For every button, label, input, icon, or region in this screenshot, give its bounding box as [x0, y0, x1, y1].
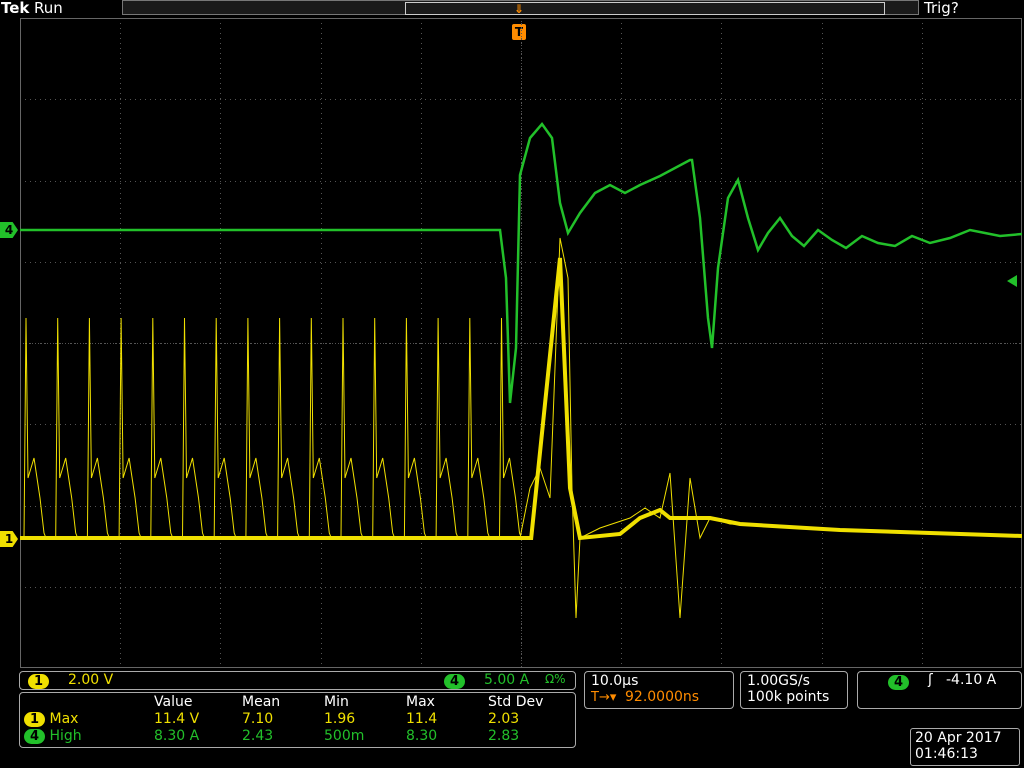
ch1-ground-marker[interactable]: 1: [0, 531, 18, 547]
col-header: Value: [154, 694, 193, 710]
datetime-panel: 20 Apr 2017 01:46:13: [910, 728, 1020, 766]
ch4-badge: 4: [444, 674, 466, 689]
record-view-window[interactable]: [405, 2, 885, 15]
ch4-coupling-icon: Ω%: [545, 672, 566, 686]
trigger-source-badge: 4: [888, 675, 910, 690]
sample-rate: 1.00GS/s: [747, 673, 810, 689]
ch4-scale: 5.00 A: [484, 672, 530, 688]
acquisition-panel[interactable]: 1.00GS/s 100k points: [740, 671, 848, 709]
ch4-ground-marker[interactable]: 4: [0, 222, 18, 238]
channel-readout-bar[interactable]: 1 2.00 V 4 5.00 A Ω%: [19, 671, 576, 690]
status-bar: Tek Run Trig?: [0, 0, 1024, 18]
measurement-name: Max: [49, 711, 79, 727]
run-state: Run: [34, 0, 63, 17]
measurement-max: 11.4: [406, 711, 438, 727]
measurement-mean: 7.10: [242, 711, 274, 727]
trigger-level: -4.10 A: [946, 672, 997, 688]
col-header: Max: [406, 694, 435, 710]
trigger-state: Trig?: [924, 0, 959, 17]
measurement-max: 8.30: [406, 728, 438, 744]
rising-edge-icon: ʃ: [928, 672, 933, 688]
trigger-position-icon: T→▾: [591, 690, 617, 705]
measurement-row-ch1[interactable]: 1 Max 11.4 V 7.10 1.96 11.4 2.03: [24, 711, 568, 728]
measurement-min: 1.96: [324, 711, 356, 727]
measurement-panel[interactable]: Value Mean Min Max Std Dev 1 Max 11.4 V …: [19, 692, 576, 748]
date: 20 Apr 2017: [915, 730, 1002, 746]
trigger-level-arrow-icon[interactable]: [1007, 275, 1017, 287]
time: 01:46:13: [915, 746, 978, 762]
ch4-badge: 4: [24, 729, 46, 744]
timebase-panel[interactable]: 10.0µs T→▾ 92.0000ns: [584, 671, 734, 709]
measurement-value: 8.30 A: [154, 728, 200, 744]
measurement-stddev: 2.83: [488, 728, 520, 744]
col-header: Mean: [242, 694, 281, 710]
time-per-div: 10.0µs: [591, 673, 639, 689]
measurement-table: Value Mean Min Max Std Dev 1 Max 11.4 V …: [24, 694, 568, 745]
col-header: Min: [324, 694, 349, 710]
measurement-value: 11.4 V: [154, 711, 200, 727]
measurement-min: 500m: [324, 728, 365, 744]
record-length: 100k points: [747, 689, 830, 705]
waveform-display[interactable]: [20, 18, 1022, 668]
horizontal-position: 92.0000ns: [625, 689, 700, 705]
measurement-mean: 2.43: [242, 728, 274, 744]
measurement-stddev: 2.03: [488, 711, 520, 727]
ch1-badge: 1: [24, 712, 46, 727]
graticule-grid: [20, 18, 1022, 668]
measurement-row-ch4[interactable]: 4 High 8.30 A 2.43 500m 8.30 2.83: [24, 728, 568, 745]
trigger-panel[interactable]: 4 ʃ -4.10 A: [857, 671, 1022, 709]
col-header: Std Dev: [488, 694, 544, 710]
ch1-scale: 2.00 V: [68, 672, 114, 688]
ch1-badge: 1: [28, 674, 50, 689]
measurement-header-row: Value Mean Min Max Std Dev: [24, 694, 568, 711]
brand-logo: Tek: [1, 0, 30, 17]
measurement-name: High: [49, 728, 82, 744]
